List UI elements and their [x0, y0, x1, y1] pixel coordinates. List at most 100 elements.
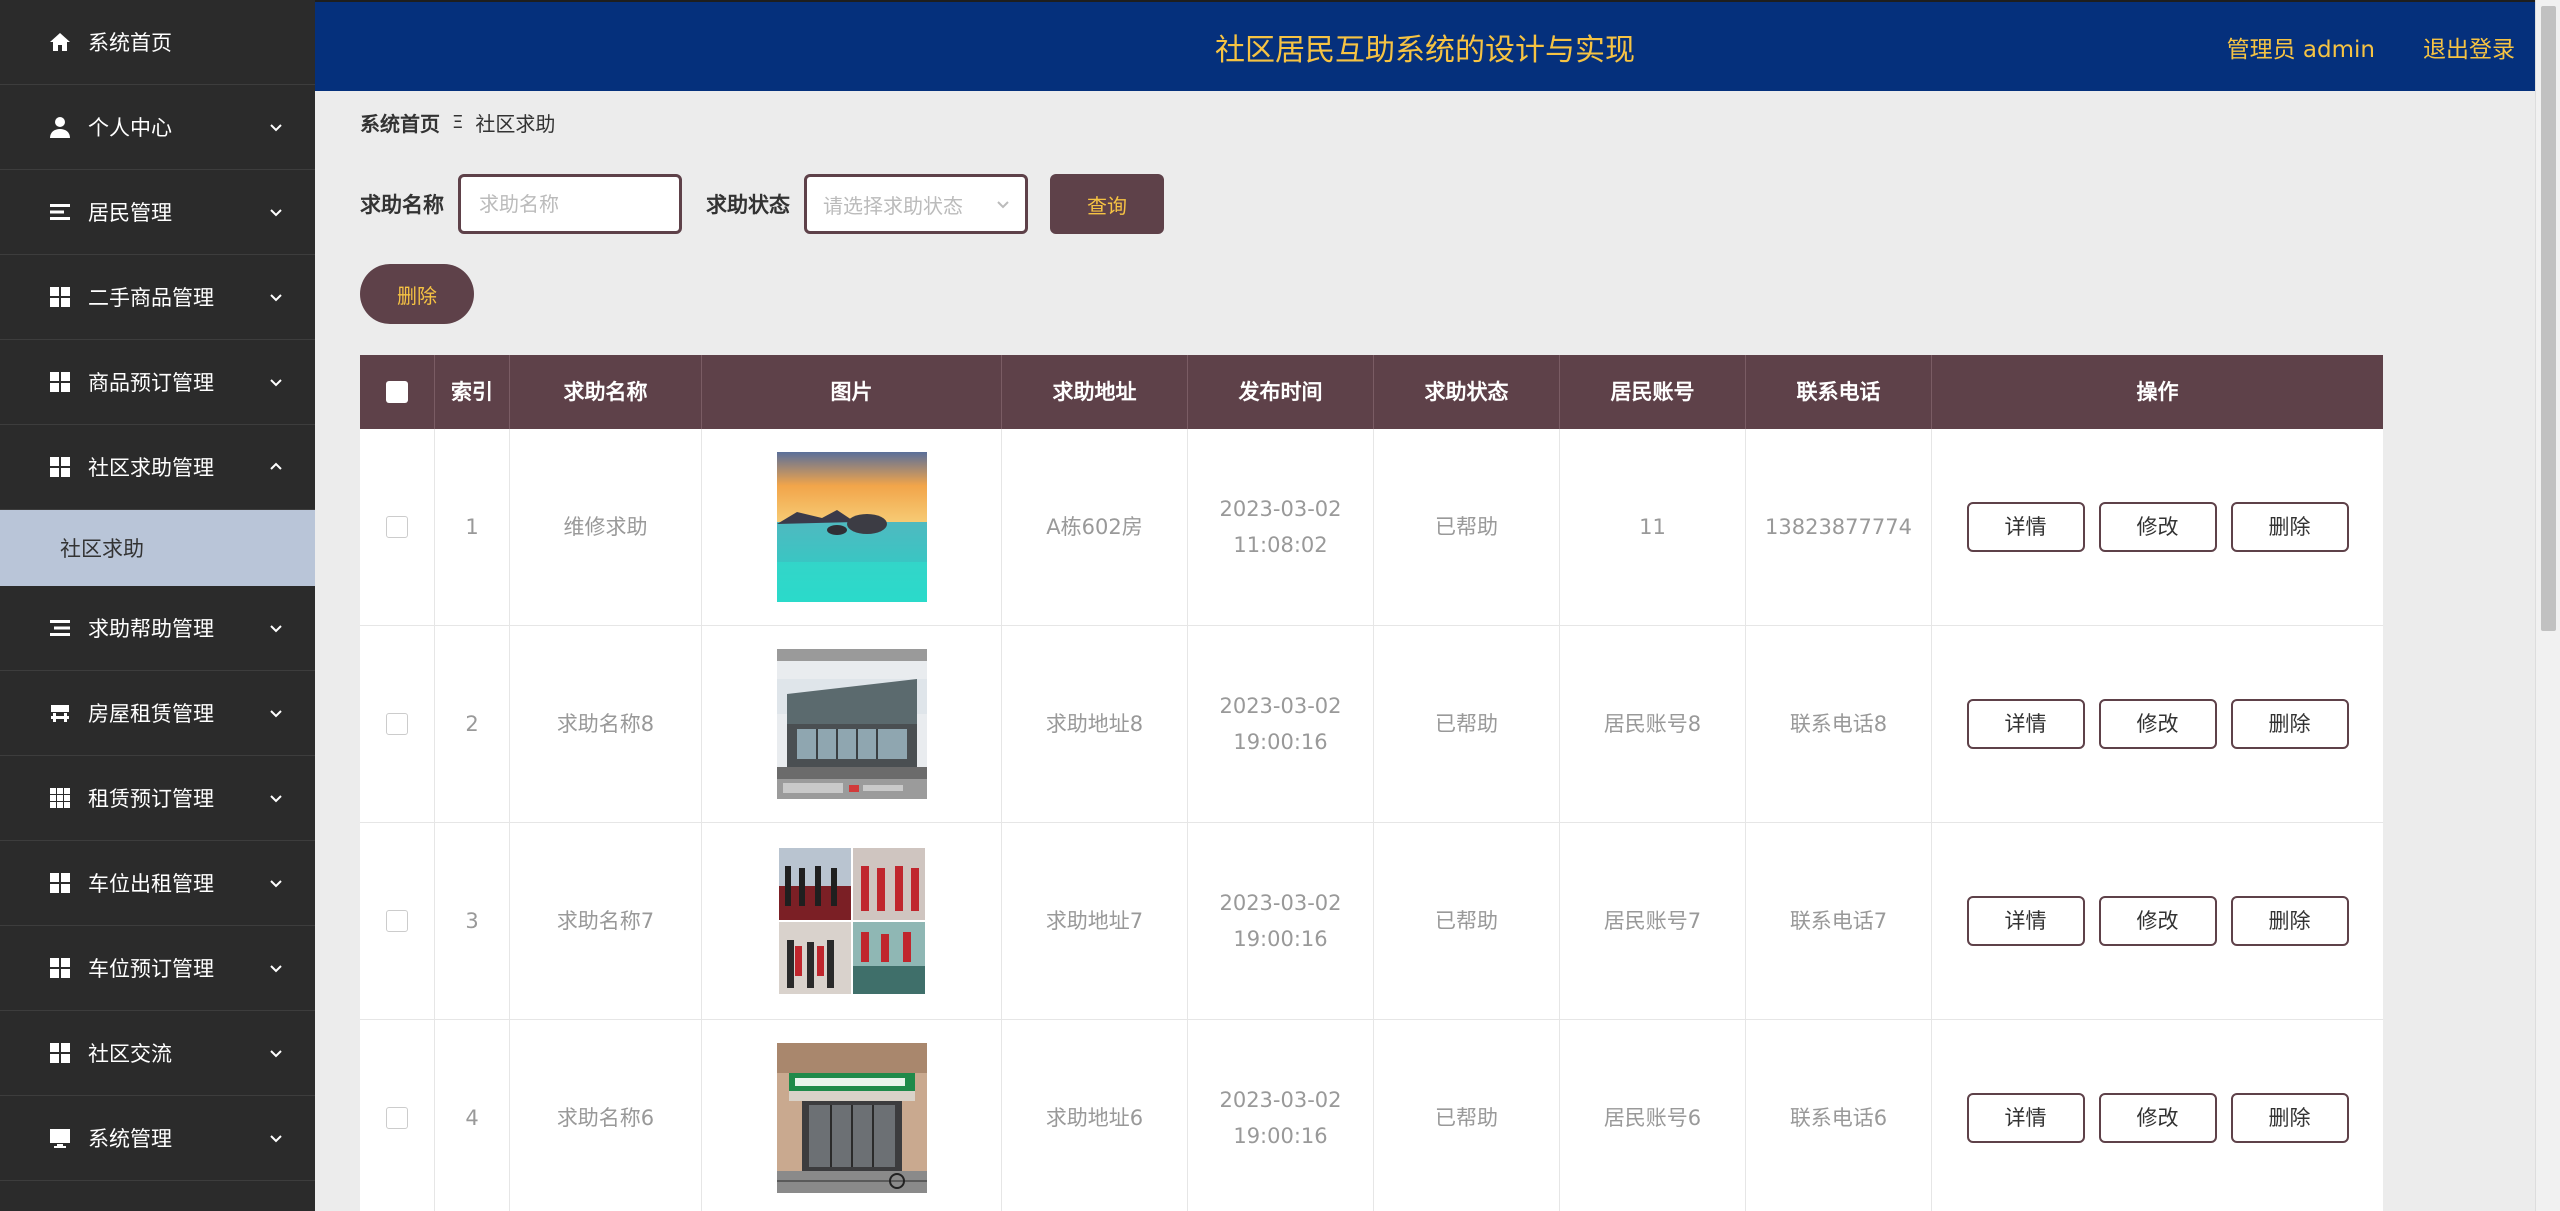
- edit-button[interactable]: 修改: [2098, 502, 2217, 552]
- chevron-down-icon: [267, 373, 285, 391]
- sidebar-item-personal-center[interactable]: 个人中心: [0, 85, 315, 170]
- row-account: 居民账号7: [1560, 823, 1746, 1019]
- sidebar-item-rental-booking[interactable]: 租赁预订管理: [0, 756, 315, 841]
- row-select-cell: [360, 823, 435, 1019]
- sidebar: 系统首页 个人中心 居民管理 二手商品管理 商品预订管理 社区求助管理 社区求助…: [0, 0, 315, 1211]
- grid-icon: [48, 455, 72, 479]
- batch-delete-button[interactable]: 删除: [360, 264, 474, 324]
- delete-button[interactable]: 删除: [2230, 896, 2349, 946]
- row-image-cell: [702, 1020, 1002, 1211]
- row-account: 11: [1560, 429, 1746, 625]
- sidebar-item-parking-booking[interactable]: 车位预订管理: [0, 926, 315, 1011]
- sidebar-item-secondhand-goods[interactable]: 二手商品管理: [0, 255, 315, 340]
- chevron-down-icon: [267, 1129, 285, 1147]
- detail-button[interactable]: 详情: [1966, 896, 2085, 946]
- row-operations: 详情 修改 删除: [1932, 823, 2383, 1019]
- row-account: 居民账号8: [1560, 626, 1746, 822]
- chevron-down-icon: [267, 704, 285, 722]
- sidebar-item-label: 社区交流: [88, 1042, 172, 1066]
- edit-button[interactable]: 修改: [2098, 896, 2217, 946]
- select-all-checkbox[interactable]: [386, 381, 408, 403]
- sidebar-item-label: 社区求助管理: [88, 456, 214, 480]
- row-index: 1: [435, 429, 510, 625]
- sidebar-item-help-assist[interactable]: 求助帮助管理: [0, 586, 315, 671]
- row-operations: 详情 修改 删除: [1932, 429, 2383, 625]
- detail-button[interactable]: 详情: [1966, 502, 2085, 552]
- table-row: 1 维修求助 A栋602房 2023-03-02 11:08:02 已帮助 11…: [360, 429, 2383, 626]
- header-operations: 操作: [2136, 380, 2179, 404]
- delete-button[interactable]: 删除: [2230, 1093, 2349, 1143]
- row-checkbox[interactable]: [386, 713, 408, 735]
- row-thumbnail-community-center: [776, 649, 927, 799]
- app-title: 社区居民互助系统的设计与实现: [1215, 32, 1635, 68]
- row-image-cell: [702, 823, 1002, 1019]
- chevron-up-icon: [267, 458, 285, 476]
- sidebar-item-community-help[interactable]: 社区求助管理: [0, 425, 315, 510]
- sidebar-item-resident-management[interactable]: 居民管理: [0, 170, 315, 255]
- help-name-input[interactable]: [458, 174, 682, 234]
- house-icon: [48, 701, 72, 725]
- header-select-all: [360, 355, 435, 429]
- chevron-down-icon: [267, 1044, 285, 1062]
- sidebar-item-label: 系统管理: [88, 1127, 172, 1151]
- row-address: A栋602房: [1002, 429, 1188, 625]
- row-address: 求助地址8: [1002, 626, 1188, 822]
- row-checkbox[interactable]: [386, 1107, 408, 1129]
- help-status-select[interactable]: 请选择求助状态: [804, 174, 1028, 234]
- sidebar-item-system-management[interactable]: 系统管理: [0, 1096, 315, 1181]
- sidebar-item-label: 商品预订管理: [88, 371, 214, 395]
- row-status: 已帮助: [1374, 429, 1560, 625]
- breadcrumb-separator-icon: Ξ: [452, 112, 464, 133]
- chevron-down-icon: [267, 203, 285, 221]
- help-table: 索引 求助名称 图片 求助地址 发布时间 求助状态 居民账号 联系电话 操作 1…: [360, 355, 2383, 1211]
- sidebar-item-label: 车位出租管理: [88, 872, 214, 896]
- row-checkbox[interactable]: [386, 910, 408, 932]
- sidebar-item-house-rental[interactable]: 房屋租赁管理: [0, 671, 315, 756]
- detail-button[interactable]: 详情: [1966, 1093, 2085, 1143]
- chevron-down-icon: [267, 619, 285, 637]
- row-index: 4: [435, 1020, 510, 1211]
- row-select-cell: [360, 429, 435, 625]
- header-index: 索引: [435, 355, 510, 429]
- row-publish-time: 2023-03-02 19:00:16: [1188, 626, 1374, 822]
- detail-button[interactable]: 详情: [1966, 699, 2085, 749]
- row-help-name: 求助名称6: [510, 1020, 702, 1211]
- row-image-cell: [702, 429, 1002, 625]
- chevron-down-icon: [267, 874, 285, 892]
- page-scrollbar[interactable]: [2535, 0, 2560, 1211]
- header-help-name: 求助名称: [510, 355, 702, 429]
- grid-icon: [48, 1041, 72, 1065]
- breadcrumb-home[interactable]: 系统首页: [360, 108, 440, 137]
- row-index: 2: [435, 626, 510, 822]
- user-icon: [48, 115, 72, 139]
- header-status: 求助状态: [1374, 355, 1560, 429]
- sidebar-subitem-community-help[interactable]: 社区求助: [0, 510, 315, 586]
- row-status: 已帮助: [1374, 1020, 1560, 1211]
- header-address: 求助地址: [1002, 355, 1188, 429]
- row-phone: 联系电话6: [1746, 1020, 1932, 1211]
- row-checkbox[interactable]: [386, 516, 408, 538]
- sidebar-item-label: 二手商品管理: [88, 286, 214, 310]
- scrollbar-thumb[interactable]: [2541, 6, 2556, 631]
- chevron-down-icon: [267, 789, 285, 807]
- grid-icon: [48, 370, 72, 394]
- sidebar-item-parking-rental[interactable]: 车位出租管理: [0, 841, 315, 926]
- grid-icon: [48, 956, 72, 980]
- delete-button[interactable]: 删除: [2230, 502, 2349, 552]
- table-row: 3 求助名称7 求助地址7 2023-03-02 19:00:16 已帮助 居民…: [360, 823, 2383, 1020]
- edit-button[interactable]: 修改: [2098, 699, 2217, 749]
- query-button[interactable]: 查询: [1050, 174, 1164, 234]
- header-phone: 联系电话: [1746, 355, 1932, 429]
- delete-button[interactable]: 删除: [2230, 699, 2349, 749]
- sidebar-subitem-label: 社区求助: [60, 537, 144, 561]
- sidebar-item-goods-booking[interactable]: 商品预订管理: [0, 340, 315, 425]
- row-thumbnail-sea-rocks: [776, 452, 927, 602]
- row-address: 求助地址6: [1002, 1020, 1188, 1211]
- sidebar-item-label: 个人中心: [88, 116, 172, 140]
- sidebar-item-community-forum[interactable]: 社区交流: [0, 1011, 315, 1096]
- logout-link[interactable]: 退出登录: [2423, 2, 2515, 91]
- list-icon: [48, 616, 72, 640]
- sidebar-item-home[interactable]: 系统首页: [0, 0, 315, 85]
- header-publish-time: 发布时间: [1188, 355, 1374, 429]
- edit-button[interactable]: 修改: [2098, 1093, 2217, 1143]
